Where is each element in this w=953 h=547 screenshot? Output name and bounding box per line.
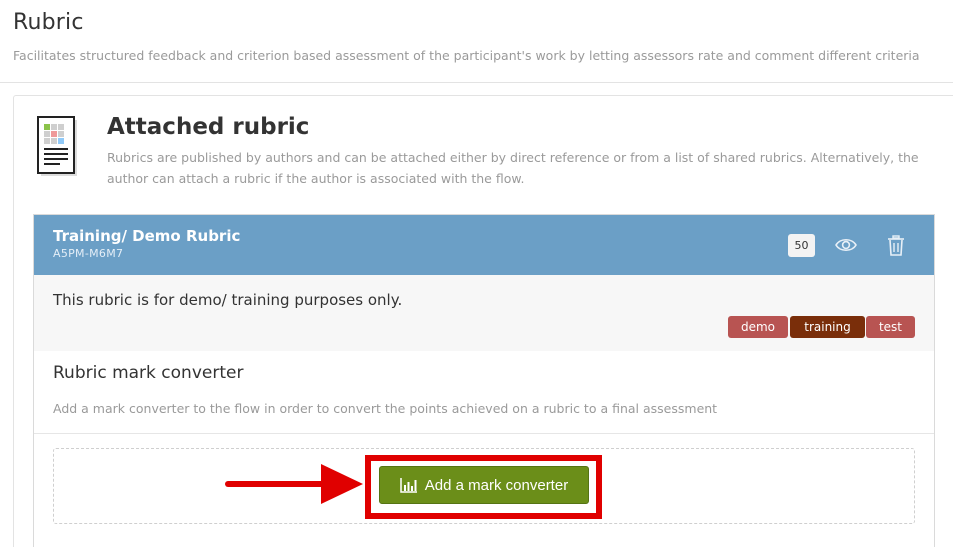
page-subtitle: Facilitates structured feedback and crit…	[13, 48, 920, 63]
rubric-name: Training/ Demo Rubric	[53, 227, 241, 245]
tag-demo[interactable]: demo	[728, 316, 788, 338]
mark-converter-description: Add a mark converter to the flow in orde…	[53, 401, 718, 416]
attached-rubric-description: Rubrics are published by authors and can…	[107, 150, 919, 186]
header-divider	[0, 82, 953, 83]
red-arrow-annotation	[225, 464, 363, 504]
add-mark-converter-label: Add a mark converter	[424, 476, 569, 494]
tag-training[interactable]: training	[790, 316, 865, 338]
eye-icon[interactable]	[835, 236, 857, 254]
rubric-header: Training/ Demo Rubric A5PM-M6M7 50	[34, 215, 934, 275]
attached-rubric-title: Attached rubric	[107, 114, 310, 140]
tag-test[interactable]: test	[866, 316, 915, 338]
page-title: Rubric	[13, 10, 84, 35]
mark-converter-title: Rubric mark converter	[53, 363, 244, 383]
rubric-code: A5PM-M6M7	[53, 247, 124, 260]
rubric-body: This rubric is for demo/ training purpos…	[34, 275, 934, 351]
mark-converter-section: Rubric mark converter Add a mark convert…	[34, 351, 934, 433]
rubric-description: This rubric is for demo/ training purpos…	[53, 291, 403, 309]
bar-chart-icon	[400, 478, 417, 493]
document-list-icon	[37, 116, 77, 176]
add-mark-converter-button[interactable]: Add a mark converter	[379, 466, 589, 504]
trash-icon[interactable]	[887, 235, 905, 256]
points-badge: 50	[788, 234, 815, 257]
